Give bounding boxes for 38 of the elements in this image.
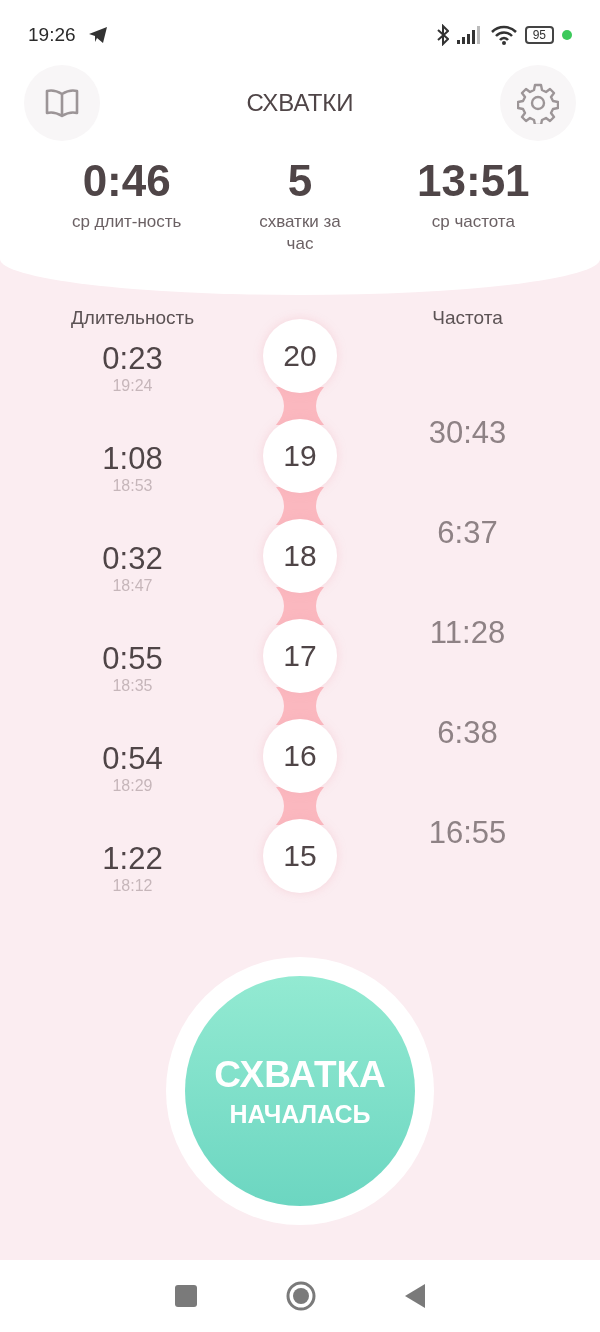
stat-label: схватки за час (258, 211, 342, 255)
signal-icon (456, 26, 483, 44)
home-icon[interactable] (285, 1280, 317, 1312)
duration-value: 1:08 (102, 441, 163, 477)
paper-plane-icon (87, 26, 108, 44)
contraction-number[interactable]: 18 (263, 519, 337, 593)
column-header: Длительность (70, 307, 195, 330)
wifi-icon (490, 25, 517, 45)
stat-value: 0:46 (82, 155, 171, 207)
status-time: 19:26 (28, 24, 76, 46)
screen-title: СХВАТКИ (245, 89, 355, 117)
square-icon[interactable] (173, 1284, 198, 1308)
settings-icon (517, 82, 559, 124)
stat-label: ср длит-ность (71, 211, 182, 233)
duration-value: 0:32 (102, 541, 163, 577)
stat-value: 5 (287, 155, 313, 207)
bluetooth-icon (436, 24, 449, 46)
stat-value: 13:51 (417, 155, 530, 207)
book-icon (44, 88, 80, 118)
contraction-number[interactable]: 15 (263, 819, 337, 893)
duration-value: 0:54 (102, 741, 163, 777)
contraction-number[interactable]: 17 (263, 619, 337, 693)
column-header: Частота (432, 307, 503, 330)
contraction-number[interactable]: 16 (263, 719, 337, 793)
battery-indicator: 95 (524, 26, 554, 44)
back-icon[interactable] (404, 1283, 427, 1309)
interval-value: 30:43 (428, 415, 507, 452)
duration-value: 0:23 (102, 341, 163, 377)
duration-value: 1:22 (102, 841, 163, 877)
stat-label: ср частота (430, 211, 516, 233)
duration-value: 0:55 (102, 641, 163, 677)
interval-value: 11:28 (429, 615, 506, 652)
interval-value: 6:37 (437, 515, 498, 552)
status-dot (562, 30, 572, 40)
interval-value: 16:55 (428, 815, 507, 852)
contraction-number[interactable]: 20 (263, 319, 337, 393)
contraction-number[interactable]: 19 (263, 419, 337, 493)
interval-value: 6:38 (437, 715, 498, 752)
